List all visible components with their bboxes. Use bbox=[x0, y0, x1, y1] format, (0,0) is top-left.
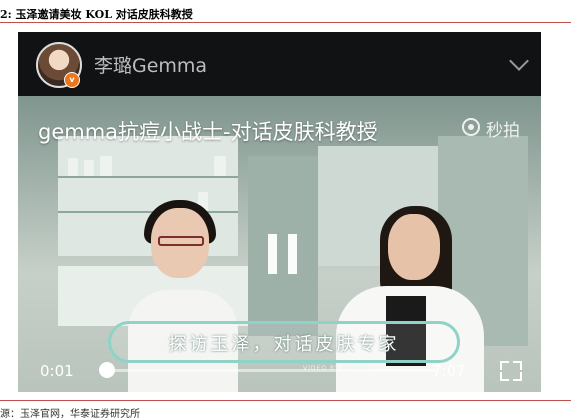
progress-bar[interactable] bbox=[106, 369, 436, 372]
subtitle-text: 探访玉泽，对话皮肤专家 bbox=[168, 334, 400, 355]
lab-bottle bbox=[68, 158, 78, 176]
figure-caption: 2: 玉泽邀请美妆 KOL 对话皮肤科教授 bbox=[0, 8, 193, 21]
player-header: v 李璐Gemma bbox=[18, 32, 541, 96]
channel-name[interactable]: 李璐Gemma bbox=[94, 51, 207, 78]
fullscreen-icon bbox=[500, 361, 509, 370]
fullscreen-icon bbox=[513, 361, 522, 370]
video-title: gemma抗痘小战士-对话皮肤科教授 bbox=[38, 120, 378, 144]
source-divider bbox=[0, 400, 571, 401]
shelf-line bbox=[58, 176, 238, 178]
total-duration: 7:07 bbox=[432, 362, 466, 380]
fullscreen-icon bbox=[500, 372, 509, 381]
verified-badge-icon: v bbox=[64, 72, 80, 88]
pause-button[interactable] bbox=[262, 234, 304, 274]
caption-divider bbox=[0, 22, 571, 23]
watermark-label: 秒拍 bbox=[486, 121, 520, 141]
fullscreen-icon bbox=[513, 372, 522, 381]
lab-bottle bbox=[100, 156, 112, 176]
subtitle-banner: 探访玉泽，对话皮肤专家 bbox=[108, 321, 460, 363]
current-time: 0:01 bbox=[40, 362, 74, 380]
chevron-down-icon[interactable] bbox=[509, 51, 529, 71]
pause-icon bbox=[268, 234, 277, 274]
host-face bbox=[388, 214, 440, 280]
pause-icon bbox=[288, 234, 297, 274]
fullscreen-button[interactable] bbox=[500, 361, 522, 381]
shelf-line bbox=[58, 211, 238, 213]
source-note: 源：玉泽官网，华泰证券研究所 bbox=[0, 409, 140, 420]
lab-bottle bbox=[214, 156, 226, 176]
video-player: v 李璐Gemma gemma抗痘小战士-对话皮肤科教授 秒拍 探访玉泽，对话皮… bbox=[18, 32, 541, 392]
progress-handle[interactable] bbox=[98, 362, 115, 378]
glasses-icon bbox=[158, 236, 204, 246]
camera-logo-icon bbox=[462, 118, 480, 136]
lab-bottle bbox=[84, 160, 94, 176]
video-frame[interactable]: gemma抗痘小战士-对话皮肤科教授 秒拍 探访玉泽，对话皮肤专家 VIDEO … bbox=[18, 96, 541, 392]
